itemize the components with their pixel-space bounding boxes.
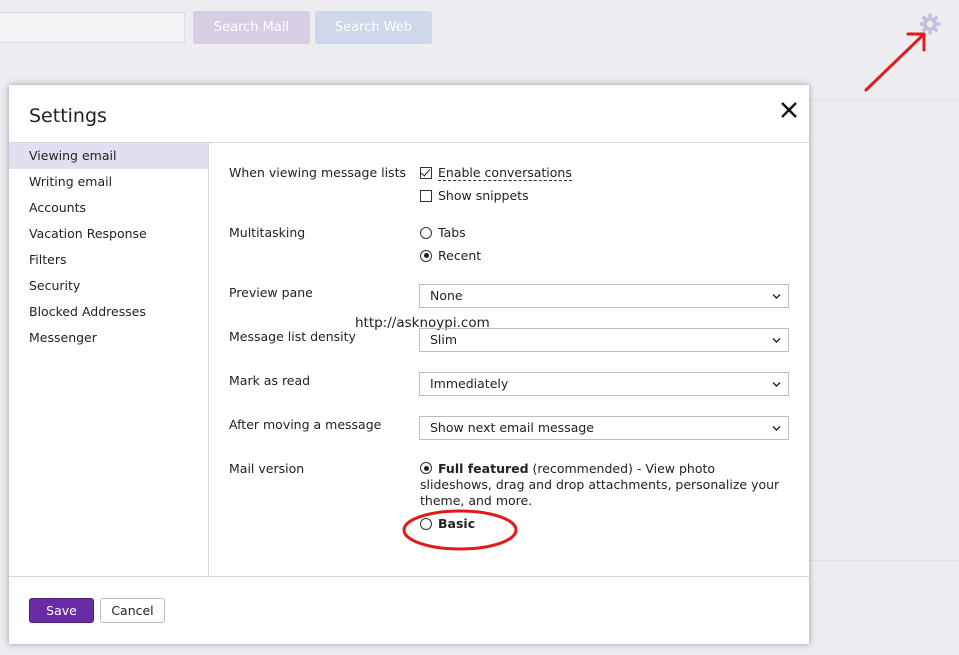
mark-as-read-value: Immediately bbox=[430, 376, 509, 391]
sidebar-item-filters[interactable]: Filters bbox=[9, 247, 208, 273]
multitasking-tabs-option[interactable]: Tabs bbox=[420, 225, 466, 240]
search-mail-button[interactable]: Search Mail bbox=[193, 11, 310, 44]
show-snippets-label: Show snippets bbox=[438, 188, 529, 203]
after-moving-select[interactable]: Show next email message bbox=[419, 416, 789, 440]
multitasking-label: Multitasking bbox=[229, 225, 306, 240]
sidebar-item-messenger[interactable]: Messenger bbox=[9, 325, 208, 351]
enable-conversations-checkbox[interactable] bbox=[420, 167, 432, 179]
mark-as-read-label: Mark as read bbox=[229, 373, 311, 388]
preview-pane-value: None bbox=[430, 288, 463, 303]
full-featured-label: Full featured bbox=[438, 461, 529, 476]
multitasking-recent-option[interactable]: Recent bbox=[420, 248, 481, 263]
dialog-divider-bottom bbox=[9, 576, 809, 577]
preview-pane-label: Preview pane bbox=[229, 285, 313, 300]
preview-pane-select[interactable]: None bbox=[419, 284, 789, 308]
annotation-ellipse bbox=[402, 509, 518, 551]
tabs-radio[interactable] bbox=[420, 226, 432, 239]
save-button[interactable]: Save bbox=[29, 598, 94, 623]
mail-version-label: Mail version bbox=[229, 461, 305, 476]
settings-dialog: Settings Viewing email Writing email Acc… bbox=[9, 85, 809, 644]
density-label: Message list density bbox=[229, 329, 356, 344]
sidebar-item-blocked-addresses[interactable]: Blocked Addresses bbox=[9, 299, 208, 325]
chevron-down-icon bbox=[772, 294, 781, 299]
density-value: Slim bbox=[430, 332, 458, 347]
background-divider bbox=[809, 560, 959, 561]
chevron-down-icon bbox=[772, 382, 781, 387]
background-divider bbox=[809, 100, 959, 101]
chevron-down-icon bbox=[772, 426, 781, 431]
mark-as-read-select[interactable]: Immediately bbox=[419, 372, 789, 396]
sidebar-item-security[interactable]: Security bbox=[9, 273, 208, 299]
cancel-button[interactable]: Cancel bbox=[100, 598, 165, 623]
message-lists-label: When viewing message lists bbox=[229, 165, 406, 180]
close-icon[interactable] bbox=[779, 100, 799, 120]
sidebar-item-viewing-email[interactable]: Viewing email bbox=[9, 143, 208, 169]
sidebar-item-accounts[interactable]: Accounts bbox=[9, 195, 208, 221]
density-select[interactable]: Slim bbox=[419, 328, 789, 352]
dialog-title: Settings bbox=[29, 105, 107, 127]
enable-conversations-label: Enable conversations bbox=[438, 165, 572, 181]
after-moving-value: Show next email message bbox=[430, 420, 594, 435]
recent-label: Recent bbox=[438, 248, 482, 263]
full-featured-radio[interactable] bbox=[420, 462, 432, 474]
show-snippets-checkbox[interactable] bbox=[420, 189, 432, 202]
tabs-label: Tabs bbox=[438, 225, 466, 240]
search-input-background[interactable] bbox=[0, 12, 185, 43]
settings-sidebar: Viewing email Writing email Accounts Vac… bbox=[9, 143, 209, 576]
annotation-arrow bbox=[864, 32, 926, 92]
chevron-down-icon bbox=[772, 338, 781, 343]
after-moving-label: After moving a message bbox=[229, 417, 382, 432]
full-featured-option[interactable]: Full featured (recommended) - View photo… bbox=[420, 461, 780, 509]
recent-radio[interactable] bbox=[420, 249, 432, 262]
enable-conversations-option[interactable]: Enable conversations bbox=[420, 165, 572, 181]
show-snippets-option[interactable]: Show snippets bbox=[420, 188, 529, 203]
search-web-button[interactable]: Search Web bbox=[315, 11, 432, 44]
sidebar-item-vacation-response[interactable]: Vacation Response bbox=[9, 221, 208, 247]
sidebar-item-writing-email[interactable]: Writing email bbox=[9, 169, 208, 195]
